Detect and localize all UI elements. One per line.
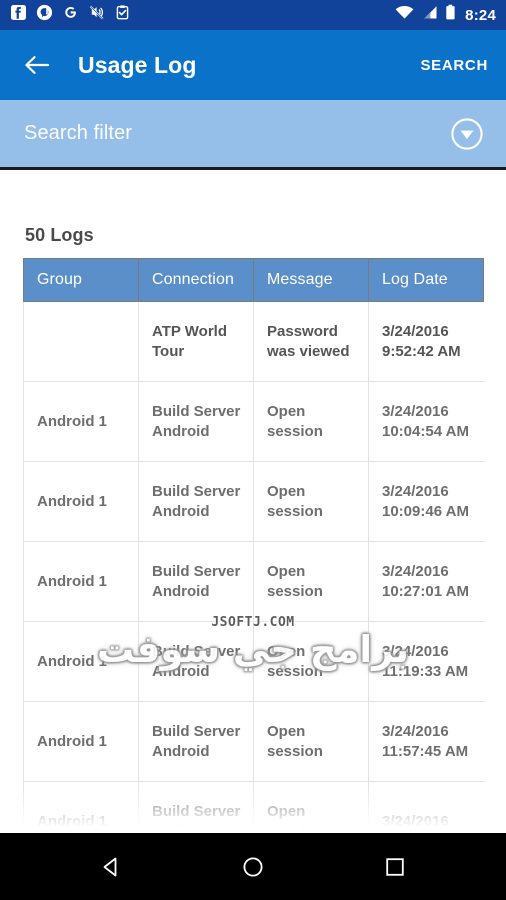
back-arrow-icon[interactable] <box>22 50 52 80</box>
column-header-group[interactable]: Group <box>23 258 139 302</box>
status-bar-system-icons: 8:24 <box>395 4 496 26</box>
cell-message: Open session <box>253 781 369 833</box>
cell-log-date: 3/24/2016 10:09:46 AM <box>368 461 484 542</box>
cell-connection: Build Server Android <box>138 461 254 542</box>
usage-log-table: Group Connection Message Log Date ATP Wo… <box>23 258 484 833</box>
cell-log-date: 3/24/2016 9:52:42 AM <box>368 301 484 382</box>
battery-icon <box>445 4 456 26</box>
table-row[interactable]: Android 1 Build Server Android Open sess… <box>23 381 484 462</box>
cell-connection: ATP World Tour <box>138 301 254 382</box>
cell-connection: Build Server Android <box>138 541 254 622</box>
table-row[interactable]: Android 1 Build Server Android Open sess… <box>23 701 484 782</box>
cell-message: Open session <box>253 621 369 702</box>
status-bar: 8:24 <box>0 0 506 30</box>
cell-message: Open session <box>253 461 369 542</box>
cell-group <box>23 301 139 382</box>
search-filter-input[interactable]: Search filter <box>24 122 132 145</box>
cell-message: Open session <box>253 541 369 622</box>
search-filter-bar[interactable]: Search filter <box>0 100 506 170</box>
cell-group: Android 1 <box>23 701 139 782</box>
column-header-connection[interactable]: Connection <box>138 258 254 302</box>
table-row[interactable]: Android 1 Build Server Android Open sess… <box>23 621 484 702</box>
cell-connection: Build Server Android <box>138 381 254 462</box>
nav-back-icon[interactable] <box>83 839 139 895</box>
cell-log-date: 3/24/2016 10:27:01 AM <box>368 541 484 622</box>
cell-group: Android 1 <box>23 541 139 622</box>
column-header-message[interactable]: Message <box>253 258 369 302</box>
clipboard-check-icon <box>114 4 131 26</box>
app-bar: Usage Log SEARCH <box>0 30 506 100</box>
column-header-log-date[interactable]: Log Date <box>368 258 484 302</box>
page-title: Usage Log <box>78 51 197 78</box>
signal-icon <box>421 5 438 25</box>
cell-connection: Build Server Android <box>138 781 254 833</box>
search-button[interactable]: SEARCH <box>420 57 488 74</box>
cell-log-date: 3/24/2016 11:57:45 AM <box>368 701 484 782</box>
table-body: ATP World Tour Password was viewed 3/24/… <box>23 301 484 833</box>
nav-home-icon[interactable] <box>225 839 281 895</box>
usage-log-table-container: Group Connection Message Log Date ATP Wo… <box>23 258 484 833</box>
cell-group: Android 1 <box>23 781 139 833</box>
cell-group: Android 1 <box>23 621 139 702</box>
status-bar-notification-icons <box>10 4 131 26</box>
nav-recents-icon[interactable] <box>367 839 423 895</box>
wifi-icon <box>395 5 414 25</box>
android-screen: 8:24 Usage Log SEARCH Search filter 50 L… <box>0 0 506 900</box>
cell-connection: Build Server Android <box>138 621 254 702</box>
cell-group: Android 1 <box>23 381 139 462</box>
cell-log-date: 3/24/2016 <box>368 781 484 833</box>
cell-message: Open session <box>253 701 369 782</box>
logs-count-label: 50 Logs <box>25 225 94 245</box>
chevron-down-circle-icon[interactable] <box>450 117 484 151</box>
mute-icon <box>88 4 105 26</box>
google-icon <box>62 4 79 26</box>
cell-group: Android 1 <box>23 461 139 542</box>
main-content: 50 Logs Group Connection Message Log Dat… <box>0 173 506 833</box>
table-header: Group Connection Message Log Date <box>23 258 484 302</box>
facebook-icon <box>10 4 27 26</box>
cell-message: Password was viewed <box>253 301 369 382</box>
system-navigation-bar <box>0 833 506 900</box>
table-row[interactable]: Android 1 Build Server Android Open sess… <box>23 781 484 833</box>
cell-log-date: 3/24/2016 10:04:54 AM <box>368 381 484 462</box>
table-header-row: Group Connection Message Log Date <box>23 258 484 302</box>
table-row[interactable]: Android 1 Build Server Android Open sess… <box>23 541 484 622</box>
table-row[interactable]: ATP World Tour Password was viewed 3/24/… <box>23 301 484 382</box>
cell-log-date: 3/24/2016 11:19:33 AM <box>368 621 484 702</box>
messenger-icon <box>36 4 53 26</box>
table-row[interactable]: Android 1 Build Server Android Open sess… <box>23 461 484 542</box>
status-bar-clock: 8:24 <box>465 6 496 24</box>
cell-connection: Build Server Android <box>138 701 254 782</box>
cell-message: Open session <box>253 381 369 462</box>
